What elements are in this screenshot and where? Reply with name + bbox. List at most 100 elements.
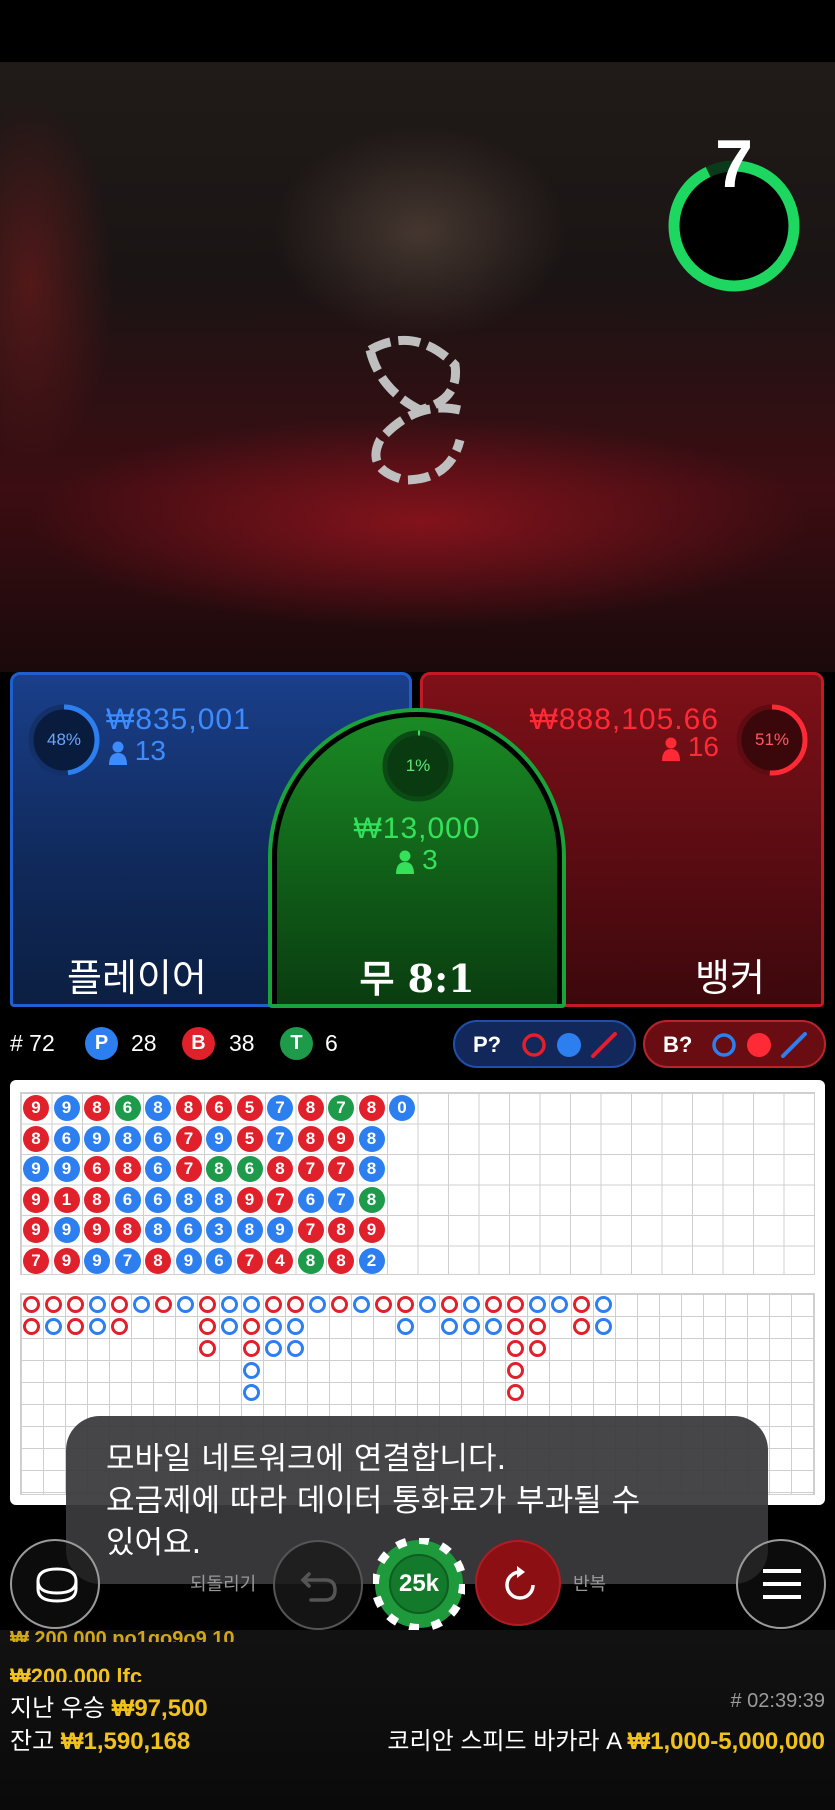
big-road-result [89,1318,106,1335]
bead-road-result: 7 [267,1125,293,1152]
big-road-result [23,1318,40,1335]
big-road-result [45,1318,62,1335]
predict-symbols-icon [522,1032,617,1058]
banker-percent: 51% [754,730,790,749]
table-info: 코리안 스피드 바카라 A ₩1,000-5,000,000 [387,1728,825,1755]
undo-label: 되돌리기 [190,1574,257,1595]
bead-road-result: 6 [114,1186,141,1213]
big-road-result [485,1318,502,1335]
bead-road-result: 7 [23,1247,49,1274]
bead-road-result: 6 [114,1095,141,1121]
loading-spinner-icon [365,335,465,485]
big-road-result [243,1318,260,1335]
bead-road-result: 8 [145,1095,171,1121]
bead-road-result: 8 [358,1125,385,1152]
big-road-result [375,1296,392,1313]
bead-road-result: 9 [23,1217,49,1243]
bead-road-result: 8 [206,1186,232,1213]
big-road-result [573,1296,590,1313]
bead-road-result: 8 [358,1156,385,1182]
big-road-result [89,1296,106,1313]
big-road-result [133,1296,150,1313]
player-win-badge: P [85,1027,118,1060]
menu-button[interactable] [736,1539,826,1629]
bead-road-result: 8 [114,1217,141,1243]
big-road-result [595,1318,612,1335]
big-road-result [595,1296,612,1313]
bead-road: 9899979691998968996886878666888778696988… [20,1092,815,1275]
big-road-result [551,1296,568,1313]
person-icon [662,737,681,761]
bead-road-result: 8 [175,1186,202,1213]
bead-road-result: 8 [297,1247,324,1274]
bead-road-result: 7 [236,1247,263,1274]
big-road-result [353,1296,370,1313]
big-road-result [67,1318,84,1335]
bead-road-result: 8 [145,1247,171,1274]
bead-road-result: 6 [145,1156,171,1182]
tie-bet-total: ₩13,000 [353,812,481,845]
bead-road-result: 6 [145,1125,171,1152]
big-road-result [45,1296,62,1313]
big-road-result [265,1318,282,1335]
big-road-result [507,1362,524,1379]
undo-button[interactable] [273,1540,363,1630]
bead-road-result: 8 [328,1217,354,1243]
banker-win-count: 38 [229,1030,255,1056]
big-road-result [243,1296,260,1313]
banker-predict-button[interactable]: B? [643,1020,826,1068]
big-road-result [507,1340,524,1357]
bead-road-result: 8 [206,1156,232,1182]
bead-road-result: 8 [23,1125,49,1152]
bead-road-result: 9 [53,1156,80,1182]
bead-road-result: 8 [267,1156,293,1182]
tie-bet-area[interactable]: 1% ₩13,000 3 무 8:1 [268,708,566,1008]
big-road-result [441,1318,458,1335]
big-road-result [221,1318,238,1335]
big-road-result [265,1340,282,1357]
big-road-result [441,1296,458,1313]
big-road-result [507,1318,524,1335]
live-video: 7 [0,62,835,672]
big-road-result [485,1296,502,1313]
big-road-result [23,1296,40,1313]
player-win-count: 28 [131,1030,157,1056]
big-road-result [221,1296,238,1313]
big-road-result [309,1296,326,1313]
repeat-icon [505,1566,535,1600]
bead-road-result: 7 [175,1125,202,1152]
big-road-result [463,1296,480,1313]
big-road-result [287,1296,304,1313]
bead-road-result: 8 [114,1125,141,1152]
big-road-result [573,1318,590,1335]
bead-road-result: 8 [114,1156,141,1182]
bead-road-result: 8 [358,1095,385,1121]
bead-road-result: 6 [297,1186,324,1213]
big-road-result [287,1340,304,1357]
big-road-result [331,1296,348,1313]
bead-road-result: 7 [267,1186,293,1213]
bead-road-result: 8 [297,1095,324,1121]
bead-road-result: 9 [206,1125,232,1152]
repeat-label: 반복 [573,1574,607,1595]
toast-line-1: 모바일 네트워크에 연결합니다. [106,1441,507,1477]
bead-road-result: 9 [23,1186,49,1213]
chip-value: 25k [398,1570,440,1597]
big-road-result [199,1340,216,1357]
bead-road-result: 9 [23,1156,49,1182]
bead-road-result: 7 [328,1156,354,1182]
bead-road-result: 4 [267,1247,293,1274]
bead-road-result: 9 [53,1247,80,1274]
big-road-result [199,1296,216,1313]
bead-road-result: 9 [328,1125,354,1152]
bead-road-result: 5 [236,1125,263,1152]
tie-win-badge: T [280,1027,313,1060]
lobby-button[interactable] [10,1539,100,1629]
repeat-button[interactable] [475,1540,561,1626]
person-icon [396,850,415,874]
big-road-result [463,1318,480,1335]
predict-symbols-icon [712,1032,807,1058]
player-percent: 48% [46,730,82,749]
undo-icon [300,1572,337,1602]
player-predict-button[interactable]: P? [453,1020,636,1068]
